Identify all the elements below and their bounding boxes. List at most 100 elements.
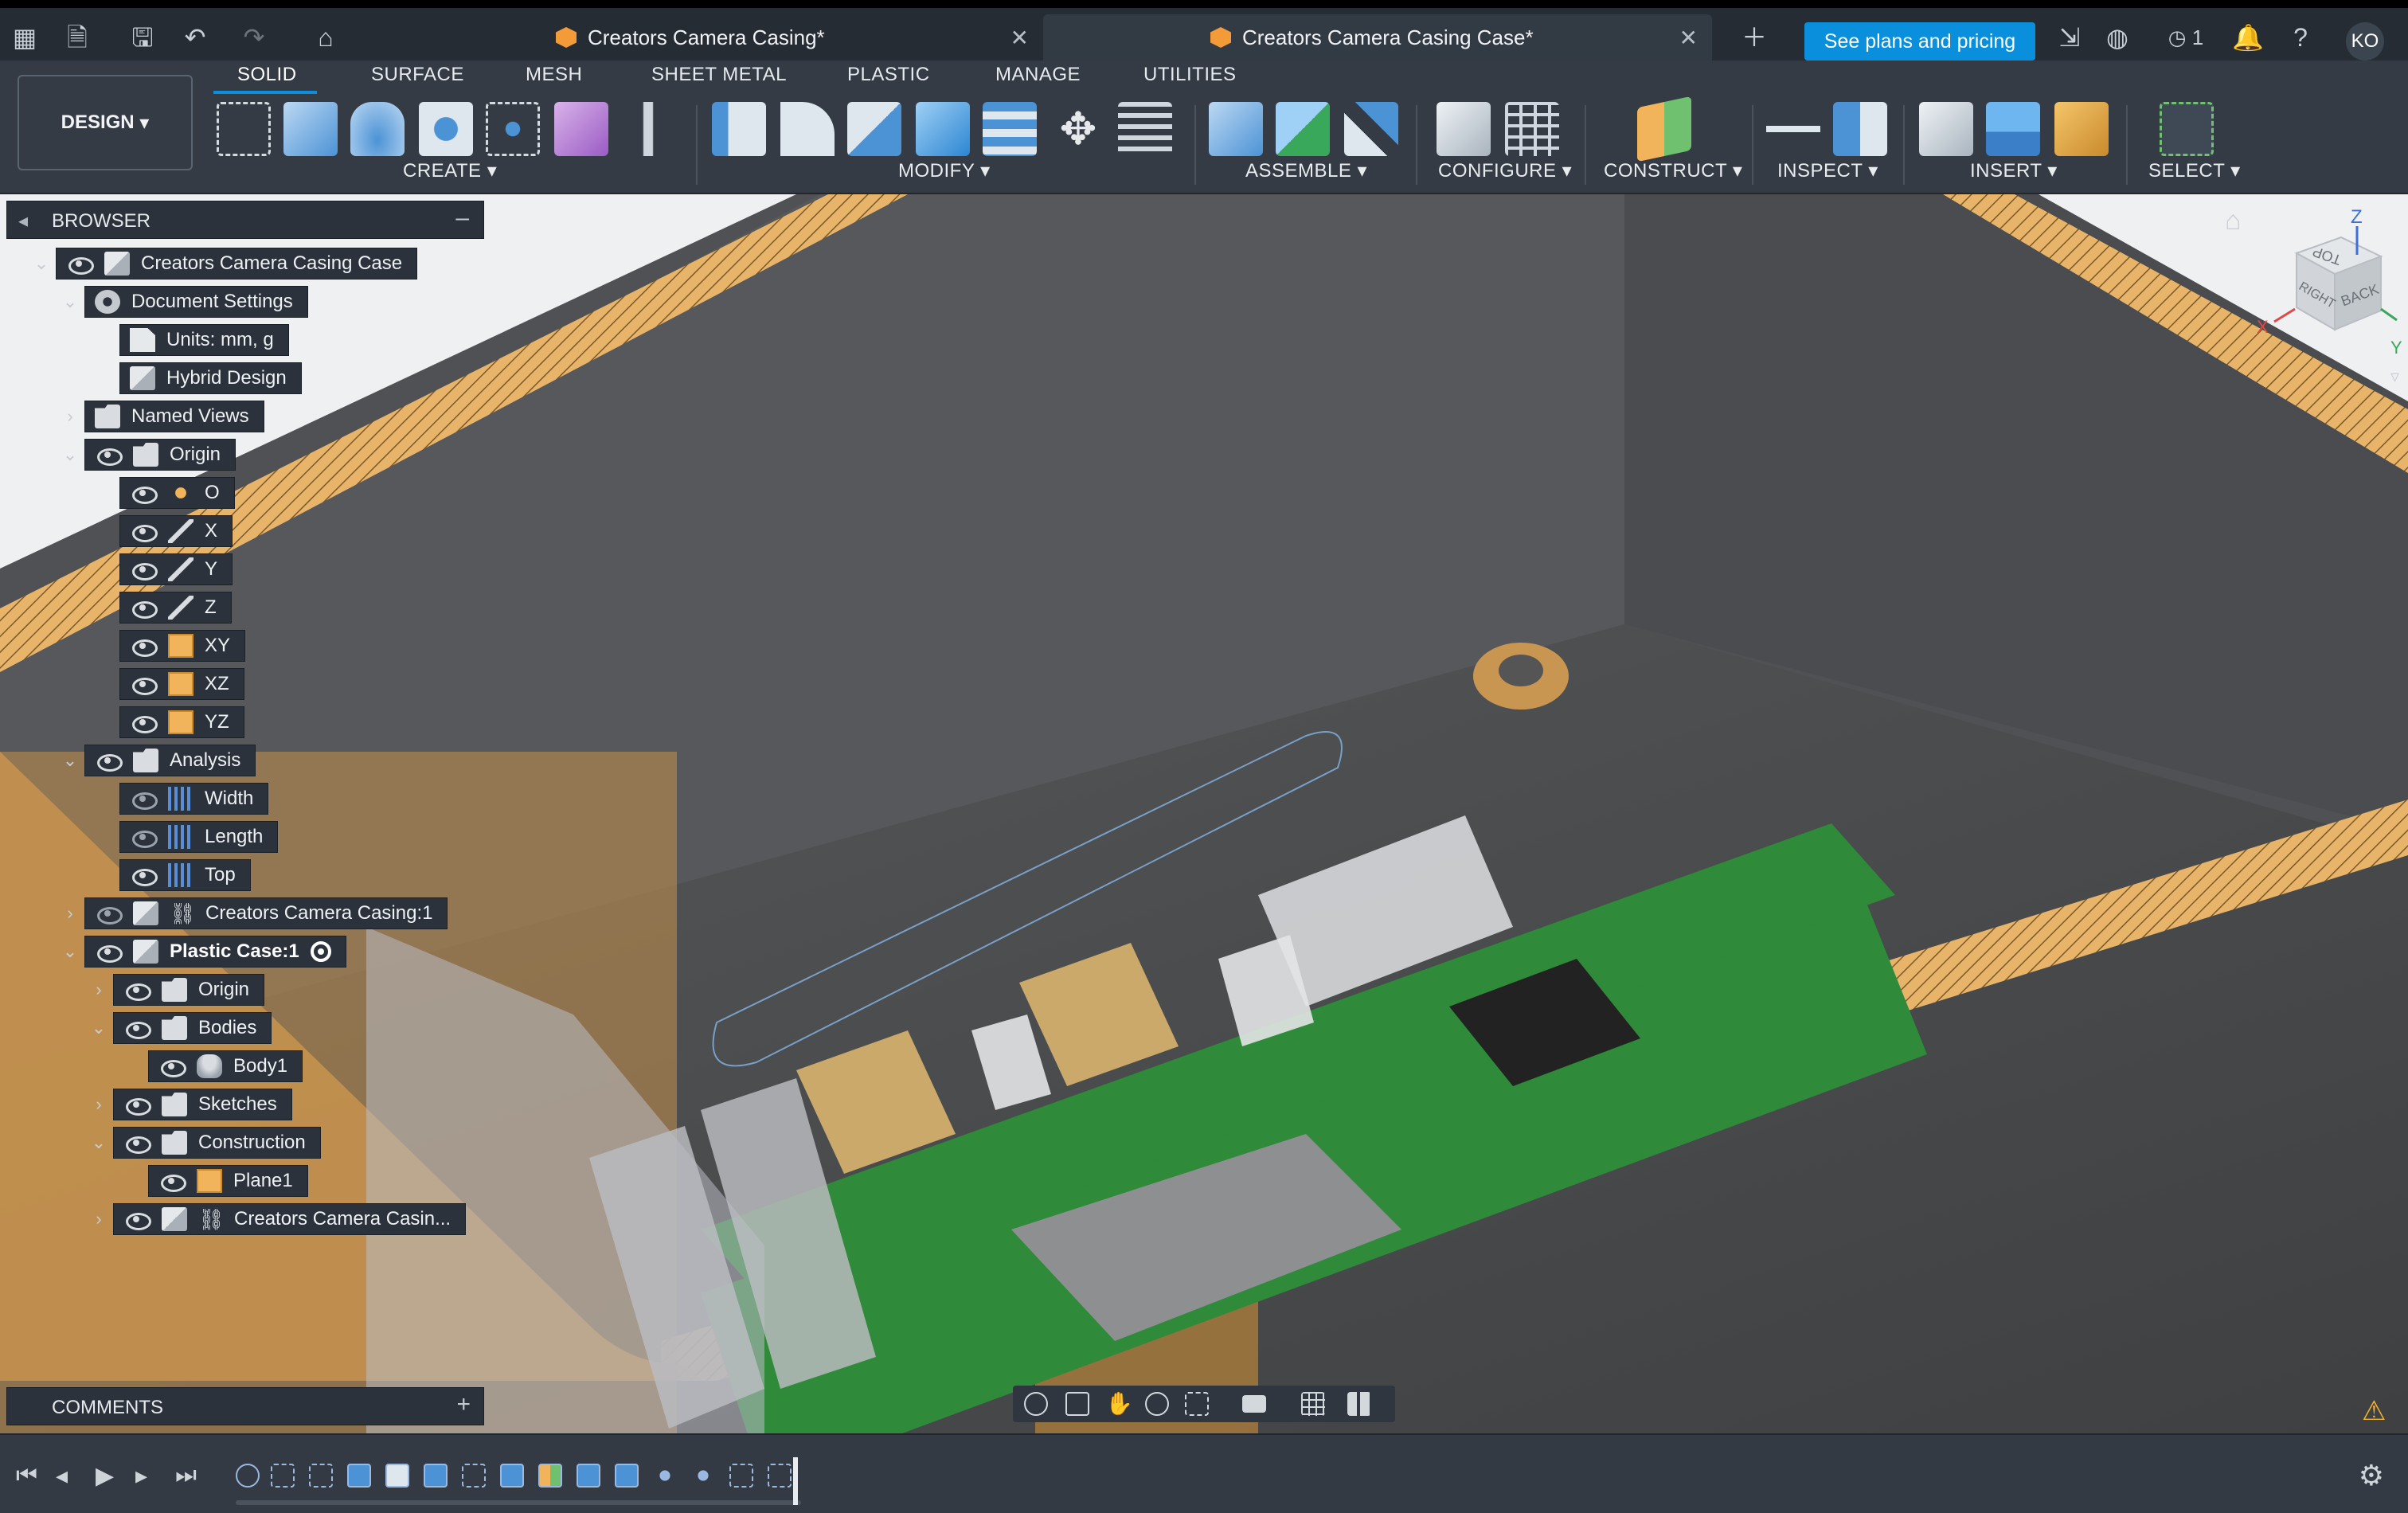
hidden-eye-icon[interactable] <box>130 827 158 848</box>
minimize-icon[interactable]: – <box>455 205 469 232</box>
timeline-feature-icon[interactable] <box>615 1464 639 1488</box>
visibility-eye-icon[interactable] <box>123 1018 151 1039</box>
shell-icon[interactable] <box>847 102 901 156</box>
tree-node-plastic-case[interactable]: ⌄ Plastic Case:1 <box>56 935 346 968</box>
visibility-eye-icon[interactable] <box>130 636 158 657</box>
step-forward-icon[interactable]: ▸ <box>135 1462 147 1490</box>
hole-icon[interactable] <box>419 102 473 156</box>
zoom-icon[interactable] <box>1145 1392 1169 1416</box>
group-modify[interactable]: MODIFY ▾ <box>898 159 991 182</box>
chevron-right-icon[interactable]: › <box>56 903 84 924</box>
tree-node-analysis[interactable]: ⌄ Analysis <box>56 744 256 777</box>
tab-sheet-metal[interactable]: SHEET METAL <box>651 64 787 86</box>
visibility-eye-icon[interactable] <box>130 560 158 581</box>
go-to-start-icon[interactable]: ⏮ <box>16 1462 37 1489</box>
as-built-joint-icon[interactable] <box>1344 102 1398 156</box>
tree-node-construction[interactable]: ⌄ Construction <box>84 1126 321 1159</box>
play-icon[interactable]: ▶ <box>96 1462 114 1490</box>
activate-component-radio[interactable] <box>310 941 331 962</box>
timeline-marker[interactable] <box>793 1457 798 1505</box>
visibility-eye-icon[interactable] <box>123 1095 151 1116</box>
orbit-icon[interactable] <box>1024 1392 1048 1416</box>
pan-hand-icon[interactable]: ✋ <box>1105 1392 1133 1416</box>
timeline-feature-icon[interactable] <box>691 1464 715 1488</box>
insert-mesh-icon[interactable] <box>2054 102 2109 156</box>
timeline-feature-icon[interactable] <box>385 1464 409 1488</box>
visibility-eye-icon[interactable] <box>130 522 158 542</box>
timeline-feature-icon[interactable] <box>729 1464 753 1488</box>
tab-manage[interactable]: MANAGE <box>995 64 1081 86</box>
rectangular-pattern-icon[interactable] <box>486 102 540 156</box>
select-box-icon[interactable] <box>2160 102 2214 156</box>
timeline-feature-icon[interactable] <box>538 1464 562 1488</box>
visibility-eye-icon[interactable] <box>123 1210 151 1230</box>
group-insert[interactable]: INSERT ▾ <box>1970 159 2058 182</box>
tree-node-plane-xy[interactable]: XY <box>119 629 246 663</box>
press-pull-icon[interactable] <box>712 102 766 156</box>
group-construct[interactable]: CONSTRUCT ▾ <box>1604 159 1742 182</box>
tree-node-width[interactable]: Width <box>119 782 269 815</box>
tree-node-body1[interactable]: Body1 <box>148 1050 303 1083</box>
create-form-icon[interactable] <box>554 102 608 156</box>
go-to-end-icon[interactable]: ⏭ <box>175 1462 197 1489</box>
display-settings-icon[interactable] <box>1242 1395 1266 1413</box>
tree-node-document-settings[interactable]: ⌄ Document Settings <box>56 285 308 319</box>
fillet-icon[interactable] <box>780 102 835 156</box>
tree-node-plane-yz[interactable]: YZ <box>119 706 244 739</box>
visibility-eye-icon[interactable] <box>95 445 123 466</box>
group-configure[interactable]: CONFIGURE ▾ <box>1438 159 1572 182</box>
split-body-icon[interactable] <box>983 102 1037 156</box>
measure-icon[interactable] <box>1766 102 1820 156</box>
warning-icon[interactable]: ⚠ <box>2362 1395 2386 1427</box>
chevron-down-icon[interactable]: ⌄ <box>56 941 84 962</box>
tree-node-creators-camera-casing[interactable]: › ⛓ Creators Camera Casing:1 <box>56 897 448 930</box>
group-inspect[interactable]: INSPECT ▾ <box>1777 159 1878 182</box>
3d-viewport[interactable] <box>0 194 2408 1433</box>
job-status[interactable]: ◷ 1 <box>2158 19 2214 56</box>
tab-mesh[interactable]: MESH <box>526 64 582 86</box>
tab-plastic[interactable]: PLASTIC <box>847 64 930 86</box>
section-analysis-icon[interactable] <box>1833 102 1887 156</box>
collapse-arrow-icon[interactable]: ◂ <box>18 209 28 233</box>
timeline-feature-icon[interactable] <box>271 1464 295 1488</box>
tree-node-named-views[interactable]: › Named Views <box>56 400 264 433</box>
timeline-feature-icon[interactable] <box>236 1464 260 1488</box>
chevron-right-icon[interactable]: › <box>56 406 84 427</box>
tree-node-linked-casing[interactable]: › ⛓ Creators Camera Casin... <box>84 1202 467 1236</box>
close-icon[interactable]: ✕ <box>1010 25 1029 51</box>
timeline-feature-icon[interactable] <box>309 1464 333 1488</box>
tree-node-origin[interactable]: ⌄ Origin <box>56 438 236 471</box>
hidden-eye-icon[interactable] <box>95 904 123 925</box>
redo-icon[interactable]: ↷ <box>236 19 272 56</box>
tree-node-axis-z[interactable]: Z <box>119 591 232 624</box>
visibility-eye-icon[interactable] <box>158 1057 186 1077</box>
close-icon[interactable]: ✕ <box>1679 25 1698 51</box>
app-grid-icon[interactable]: ▦ <box>6 19 43 56</box>
tree-node-length[interactable]: Length <box>119 820 279 854</box>
grid-snaps-icon[interactable] <box>1301 1392 1325 1416</box>
tree-node-axis-x[interactable]: X <box>119 514 233 548</box>
add-comment-icon[interactable]: + <box>456 1391 471 1418</box>
extrude-icon[interactable] <box>283 102 338 156</box>
insert-derive-icon[interactable] <box>1919 102 1973 156</box>
chevron-right-icon[interactable]: › <box>84 979 113 1000</box>
tree-node-bodies[interactable]: ⌄ Bodies <box>84 1011 272 1045</box>
tree-node-units[interactable]: Units: mm, g <box>119 323 289 357</box>
hidden-eye-icon[interactable] <box>130 789 158 810</box>
revolve-icon[interactable] <box>350 102 405 156</box>
undo-icon[interactable]: ↶ <box>177 19 213 56</box>
timeline-feature-icon[interactable] <box>768 1464 792 1488</box>
tree-node-plane1[interactable]: Plane1 <box>148 1164 308 1198</box>
change-parameters-icon[interactable] <box>1118 102 1172 156</box>
chevron-down-icon[interactable]: ⌄ <box>84 1018 113 1038</box>
combine-icon[interactable] <box>916 102 970 156</box>
visibility-eye-icon[interactable] <box>123 980 151 1001</box>
workspace-switcher-button[interactable]: DESIGN ▾ <box>18 75 193 170</box>
offset-plane-icon[interactable] <box>1637 96 1691 162</box>
comments-panel-header[interactable]: COMMENTS + <box>6 1387 484 1425</box>
see-plans-button[interactable]: See plans and pricing <box>1804 22 2035 61</box>
configure-design-icon[interactable] <box>1437 102 1491 156</box>
timeline-feature-icon[interactable] <box>347 1464 371 1488</box>
visibility-eye-icon[interactable] <box>123 1133 151 1154</box>
look-at-icon[interactable] <box>1065 1392 1089 1416</box>
